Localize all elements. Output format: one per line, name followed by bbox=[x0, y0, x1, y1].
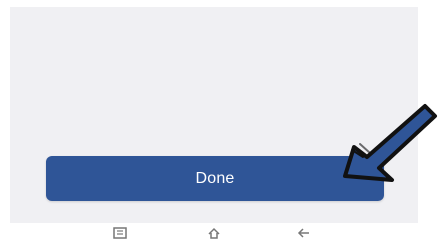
done-button-label: Done bbox=[195, 169, 235, 187]
app-screenshot: Done bbox=[0, 0, 438, 240]
recents-icon[interactable] bbox=[113, 227, 127, 240]
home-icon[interactable] bbox=[207, 227, 221, 240]
arrow-pointer-icon bbox=[343, 104, 437, 182]
system-navigation-bar bbox=[0, 223, 438, 240]
back-icon[interactable] bbox=[297, 227, 311, 240]
